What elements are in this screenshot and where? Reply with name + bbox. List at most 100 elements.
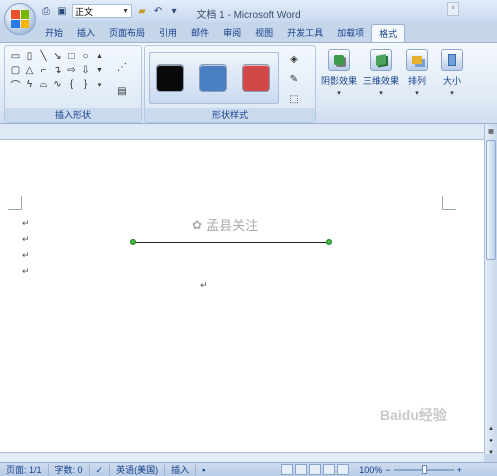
- outline-pen-icon[interactable]: ✎: [285, 72, 303, 86]
- line-end-handle[interactable]: [326, 239, 332, 245]
- paragraph-mark: ↵: [22, 266, 30, 276]
- three-d-effects-label: 三维效果: [362, 76, 399, 86]
- right-arrow-shape-icon[interactable]: ⇨: [65, 64, 78, 77]
- tab-home[interactable]: 开始: [38, 24, 70, 42]
- zoom-control: 100% − +: [359, 464, 462, 475]
- vertical-textbox-shape-icon[interactable]: ▯: [23, 50, 36, 63]
- status-mode[interactable]: 插入: [165, 463, 197, 476]
- tab-insert[interactable]: 插入: [70, 24, 102, 42]
- edit-points-icon[interactable]: ⋰: [113, 60, 131, 74]
- tab-addins[interactable]: 加载项: [330, 24, 371, 42]
- ruler-toggle-icon[interactable]: ▦: [486, 127, 496, 137]
- three-d-effects-icon: [370, 49, 392, 71]
- three-d-effects-button[interactable]: 三维效果 ▾: [362, 47, 400, 103]
- tab-format[interactable]: 格式: [371, 24, 406, 42]
- title-bar: ⎙ ▣ 正文 ▼ ▰ ↶ ▾ 文档 1 - Microsoft Word ▫: [0, 0, 497, 22]
- textbox-shape-icon[interactable]: ▭: [9, 50, 22, 63]
- curved-connector-icon[interactable]: ↴: [51, 64, 64, 77]
- window-title: 文档 1 - Microsoft Word: [196, 10, 301, 21]
- paragraph-mark: ↵: [22, 218, 30, 228]
- watermark-text: 孟县关注: [206, 218, 259, 233]
- full-screen-view-icon[interactable]: [295, 464, 308, 475]
- arrange-button[interactable]: 排列 ▾: [402, 47, 432, 103]
- line-shape[interactable]: [133, 242, 329, 243]
- scroll-up-icon[interactable]: ▲: [486, 424, 496, 434]
- tab-view[interactable]: 视图: [248, 24, 280, 42]
- curve-shape-icon[interactable]: ∿: [51, 78, 64, 91]
- right-brace-shape-icon[interactable]: }: [79, 78, 92, 91]
- horizontal-scrollbar[interactable]: [0, 452, 484, 462]
- vertical-scrollbar[interactable]: ▦ ▲ ● ▼: [484, 124, 497, 456]
- rounded-rect-shape-icon[interactable]: ▢: [9, 64, 22, 77]
- tab-mailings[interactable]: 邮件: [184, 24, 216, 42]
- shape-style-black[interactable]: [156, 64, 184, 92]
- left-brace-shape-icon[interactable]: {: [65, 78, 78, 91]
- watermark: ✿ 孟县关注: [192, 215, 258, 234]
- fill-bucket-icon[interactable]: ◈: [285, 52, 303, 66]
- gallery-up-icon[interactable]: ▲: [93, 50, 106, 63]
- tab-review[interactable]: 审阅: [216, 24, 248, 42]
- print-layout-view-icon[interactable]: [281, 464, 294, 475]
- zoom-slider-thumb[interactable]: [421, 464, 427, 474]
- office-logo-icon: [11, 10, 29, 28]
- office-button[interactable]: [4, 3, 36, 35]
- chevron-down-icon: ▾: [450, 90, 454, 97]
- freeform-shape-icon[interactable]: ⌒: [9, 78, 22, 92]
- ruler-area: [0, 124, 497, 140]
- arrange-icon: [406, 49, 428, 71]
- shadow-effects-button[interactable]: 阴影效果 ▾: [320, 47, 358, 103]
- macro-record-icon[interactable]: ▪: [196, 464, 211, 476]
- size-icon: [441, 49, 463, 71]
- scroll-select-icon[interactable]: ●: [486, 436, 496, 446]
- oval-shape-icon[interactable]: ○: [79, 50, 92, 63]
- proofing-icon[interactable]: ✓: [90, 463, 111, 476]
- arrow-shape-icon[interactable]: ↘: [51, 50, 64, 63]
- chevron-down-icon: ▾: [337, 90, 341, 97]
- paragraph-mark: ↵: [200, 280, 208, 290]
- tab-references[interactable]: 引用: [152, 24, 184, 42]
- arrange-label: 排列: [407, 76, 426, 86]
- shapes-gallery: ▭ ▯ ╲ ↘ □ ○ ▲ ▢ △ ⌐ ↴ ⇨ ⇩ ▼ ⌒ ϟ ⌓ ∿ { } …: [9, 50, 106, 92]
- draft-view-icon[interactable]: [337, 464, 350, 475]
- scroll-thumb[interactable]: [486, 140, 496, 260]
- size-button[interactable]: 大小 ▾: [438, 47, 466, 103]
- arc-shape-icon[interactable]: ⌓: [37, 78, 50, 91]
- paragraph-mark: ↵: [22, 234, 30, 244]
- status-bar: 页面: 1/1 字数: 0 ✓ 英语(美国) 插入 ▪ 100% − +: [0, 462, 497, 476]
- shape-styles-label: 形状样式: [145, 108, 315, 122]
- minimize-button[interactable]: ▫: [447, 2, 459, 16]
- wechat-logo-icon: ✿: [192, 217, 203, 232]
- outline-view-icon[interactable]: [323, 464, 336, 475]
- gallery-down-icon[interactable]: ▼: [93, 64, 106, 77]
- zoom-in-button[interactable]: +: [457, 465, 462, 475]
- change-shape-icon[interactable]: ⬚: [285, 92, 303, 106]
- gallery-more-icon[interactable]: ▾: [93, 78, 106, 91]
- triangle-shape-icon[interactable]: △: [23, 64, 36, 77]
- line-shape-icon[interactable]: ╲: [37, 50, 50, 63]
- elbow-connector-icon[interactable]: ⌐: [37, 64, 50, 77]
- line-start-handle[interactable]: [130, 239, 136, 245]
- textbox-link-icon[interactable]: ▤: [113, 84, 131, 98]
- zoom-slider[interactable]: [393, 464, 454, 474]
- insert-shapes-label: 插入形状: [5, 108, 141, 122]
- zoom-out-button[interactable]: −: [385, 465, 390, 475]
- rectangle-shape-icon[interactable]: □: [65, 50, 78, 63]
- web-layout-view-icon[interactable]: [309, 464, 322, 475]
- zoom-level[interactable]: 100%: [359, 465, 382, 475]
- tab-developer[interactable]: 开发工具: [280, 24, 330, 42]
- shape-style-red[interactable]: [242, 64, 270, 92]
- shadow-effects-label: 阴影效果: [320, 76, 357, 86]
- baidu-watermark: Baidu经验: [380, 407, 447, 423]
- margin-corner-top-right: [442, 196, 456, 210]
- ribbon: ▭ ▯ ╲ ↘ □ ○ ▲ ▢ △ ⌐ ↴ ⇨ ⇩ ▼ ⌒ ϟ ⌓ ∿ { } …: [0, 42, 497, 124]
- status-language[interactable]: 英语(美国): [110, 463, 166, 476]
- down-arrow-shape-icon[interactable]: ⇩: [79, 64, 92, 77]
- tab-page-layout[interactable]: 页面布局: [102, 24, 152, 42]
- lightning-shape-icon[interactable]: ϟ: [23, 78, 36, 91]
- status-words[interactable]: 字数: 0: [49, 463, 90, 476]
- status-page[interactable]: 页面: 1/1: [0, 463, 49, 476]
- scroll-down-icon[interactable]: ▼: [486, 448, 496, 458]
- shape-style-blue[interactable]: [199, 64, 227, 92]
- shape-styles-group: ◈ ✎ ⬚ 形状样式: [144, 45, 316, 123]
- shadow-effects-icon: [328, 49, 350, 71]
